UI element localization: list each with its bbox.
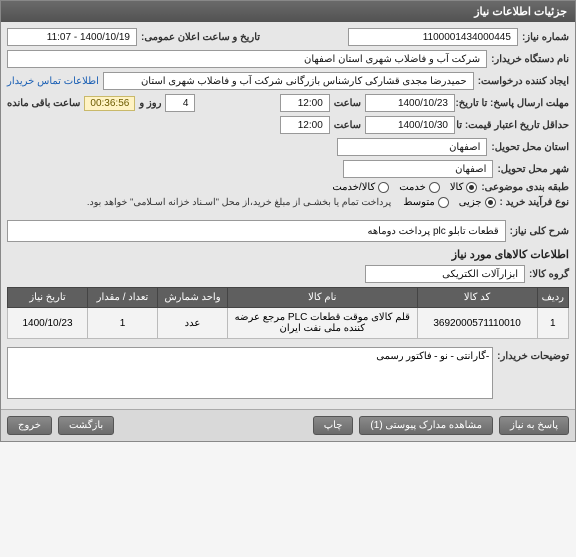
radio-both-label: کالا/خدمت [332,182,375,193]
back-button[interactable]: بازگشت [58,416,114,435]
attachments-button[interactable]: مشاهده مدارک پیوستی (1) [359,416,493,435]
category-label: طبقه بندی موضوعی: [481,182,569,193]
cell-name: قلم کالای موقت قطعات PLC مرجع عرضه کننده… [228,308,418,339]
cell-code: 3692000571110010 [417,308,537,339]
desc-field: قطعات تابلو plc پرداخت دوماهه [7,220,506,242]
requester-field: حمیدرضا مجدی قشارکی کارشناس بازرگانی شرک… [103,72,474,90]
items-table: ردیف کد کالا نام کالا واحد شمارش تعداد /… [7,287,569,339]
buyer-org-field: شرکت آب و فاضلاب شهری استان اصفهان [7,50,487,68]
radio-goods-label: کالا [450,182,464,193]
price-valid-time: 12:00 [280,116,330,134]
price-valid-label: حداقل تاریخ اعتبار قیمت: تا تاریخ: [459,120,569,131]
purchase-note: پرداخت تمام یا بخشـی از مبلغ خرید،از محل… [87,197,391,208]
price-valid-time-label: ساعت [334,120,361,131]
announce-field: 1400/10/19 - 11:07 [7,28,137,46]
buyer-org-label: نام دستگاه خریدار: [491,54,569,65]
announce-label: تاریخ و ساعت اعلان عمومی: [141,32,260,43]
cell-index: 1 [537,308,568,339]
exec-city-field: اصفهان [343,160,493,178]
exec-province-field: اصفهان [337,138,487,156]
days-and-label: روز و [139,98,161,109]
button-row: پاسخ به نیاز مشاهده مدارک پیوستی (1) چاپ… [1,409,575,441]
th-name: نام کالا [228,288,418,308]
exec-province-label: استان محل تحویل: [491,142,569,153]
deadline-label: مهلت ارسال پاسخ: تا تاریخ: [459,98,569,109]
print-button[interactable]: چاپ [313,416,354,435]
requester-label: ایجاد کننده درخواست: [478,76,569,87]
deadline-date: 1400/10/23 [365,94,455,112]
exit-button[interactable]: خروج [7,416,52,435]
buyer-notes-textarea[interactable] [7,347,493,399]
need-number-label: شماره نیاز: [522,32,569,43]
panel-title: جزئیات اطلاعات نیاز [1,1,575,22]
purchase-type-label: نوع فرآیند خرید : [500,197,569,208]
panel-body: شماره نیاز: 1100001434000445 تاریخ و ساع… [1,22,575,409]
radio-goods[interactable] [466,182,477,193]
deadline-time-label: ساعت [334,98,361,109]
need-details-panel: جزئیات اطلاعات نیاز شماره نیاز: 11000014… [0,0,576,442]
radio-both[interactable] [378,182,389,193]
reply-button[interactable]: پاسخ به نیاز [499,416,569,435]
cell-date: 1400/10/23 [8,308,88,339]
buyer-notes-label: توضیحات خریدار: [497,347,569,362]
th-qty: تعداد / مقدار [88,288,158,308]
items-section-title: اطلاعات کالاهای مورد نیاز [7,248,569,261]
th-index: ردیف [537,288,568,308]
group-label: گروه کالا: [529,269,569,280]
radio-medium[interactable] [438,197,449,208]
cell-qty: 1 [88,308,158,339]
purchase-type-group: جزیی متوسط [403,197,495,208]
exec-city-label: شهر محل تحویل: [497,164,569,175]
group-field: ابزارآلات الکتریکی [365,265,525,283]
category-radio-group: کالا خدمت کالا/خدمت [332,182,477,193]
desc-label: شرح کلی نیاز: [510,226,569,237]
remaining-label: ساعت باقی مانده [7,98,80,109]
radio-medium-label: متوسط [403,197,434,208]
th-code: کد کالا [417,288,537,308]
radio-small-label: جزیی [459,197,482,208]
radio-service[interactable] [429,182,440,193]
countdown-timer: 00:36:56 [84,96,135,111]
radio-small[interactable] [485,197,496,208]
deadline-time: 12:00 [280,94,330,112]
radio-service-label: خدمت [399,182,426,193]
need-number-field: 1100001434000445 [348,28,518,46]
th-date: تاریخ نیاز [8,288,88,308]
cell-unit: عدد [158,308,228,339]
buyer-contact-link[interactable]: اطلاعات تماس خریدار [7,76,99,87]
days-value: 4 [165,94,195,112]
table-row: 1 3692000571110010 قلم کالای موقت قطعات … [8,308,569,339]
price-valid-date: 1400/10/30 [365,116,455,134]
th-unit: واحد شمارش [158,288,228,308]
